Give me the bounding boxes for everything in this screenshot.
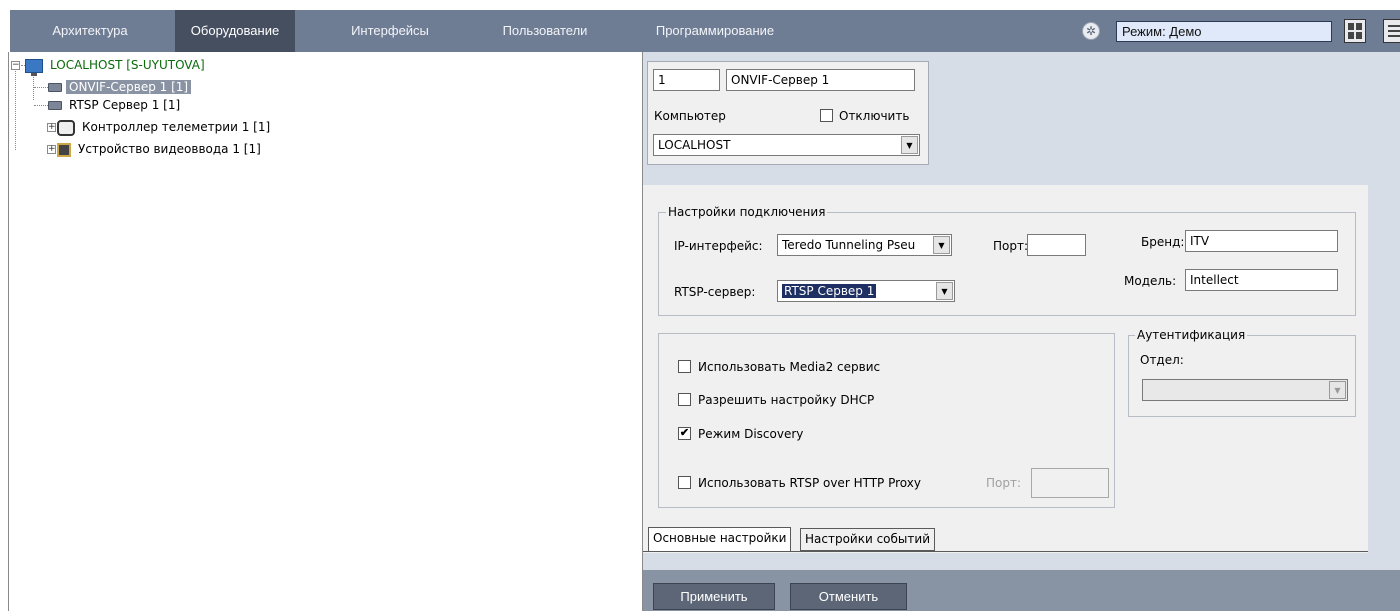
tab-interfaces[interactable]: Интерфейсы (320, 10, 460, 52)
connection-group-title: Настройки подключения (666, 205, 828, 219)
brand-label: Бренд: (1141, 235, 1185, 249)
computer-label: Компьютер (654, 109, 726, 123)
media2-checkbox[interactable] (678, 360, 691, 373)
tree-item-label: RTSP Сервер 1 [1] (69, 98, 181, 112)
tab-architecture[interactable]: Архитектура (10, 10, 170, 52)
tab-main-settings[interactable]: Основные настройки (648, 527, 792, 551)
top-tab-bar: Архитектура Оборудование Интерфейсы Поль… (10, 10, 1400, 52)
tab-equipment[interactable]: Оборудование (175, 10, 295, 52)
rtsp-proxy-label: Использовать RTSP over HTTP Proxy (698, 476, 921, 490)
apply-button[interactable]: Применить (653, 583, 775, 610)
object-card: Компьютер Отключить LOCALHOST ▼ (647, 61, 929, 165)
connection-group (658, 212, 1356, 316)
tree-item-onvif-server[interactable]: ONVIF-Сервер 1 [1] (34, 78, 192, 96)
proxy-port-field[interactable] (1031, 468, 1109, 498)
media2-label: Использовать Media2 сервис (698, 360, 881, 374)
rtsp-server-select[interactable]: RTSP Сервер 1 ▼ (777, 280, 955, 302)
tree-item-label: Контроллер телеметрии 1 [1] (82, 120, 271, 134)
auth-group (1128, 335, 1356, 417)
tree-item-label: ONVIF-Сервер 1 [1] (66, 80, 192, 94)
subtab-baseline (643, 551, 1368, 552)
port-label: Порт: (993, 239, 1029, 253)
main-settings-card: Настройки подключения IP-интерфейс: Tere… (643, 185, 1368, 553)
rtsp-proxy-checkbox[interactable] (678, 476, 691, 489)
ip-interface-label: IP-интерфейс: (674, 239, 763, 253)
chevron-down-icon[interactable]: ▼ (1329, 381, 1346, 399)
tree-item-video-input[interactable]: + Устройство видеоввода 1 [1] (47, 140, 264, 158)
auth-group-title: Аутентификация (1135, 328, 1248, 342)
hardware-tree: − LOCALHOST [S-UYUTOVA] ONVIF-Сервер 1 [1… (8, 52, 643, 611)
tree-item-rtsp-server[interactable]: RTSP Сервер 1 [1] (34, 96, 183, 114)
disable-checkbox[interactable] (820, 109, 833, 122)
tree-item-label: Устройство видеоввода 1 [1] (78, 142, 261, 156)
disable-label: Отключить (839, 109, 910, 123)
object-name-field[interactable] (726, 69, 915, 91)
chevron-down-icon[interactable]: ▼ (933, 236, 950, 254)
proxy-port-label: Порт: (986, 476, 1022, 490)
server-icon (48, 83, 62, 92)
ptz-icon (57, 119, 75, 136)
chevron-down-icon[interactable]: ▼ (901, 136, 918, 154)
brand-field[interactable] (1185, 230, 1338, 252)
tab-users[interactable]: Пользователи (470, 10, 620, 52)
settings-gear-icon[interactable]: ✲ (1082, 22, 1100, 40)
computer-select-value: LOCALHOST (658, 138, 731, 152)
computer-icon (25, 58, 43, 76)
cancel-button[interactable]: Отменить (790, 583, 907, 610)
port-field[interactable] (1027, 234, 1086, 256)
department-select[interactable]: ▼ (1142, 379, 1348, 401)
mode-indicator[interactable]: Режим: Демо (1116, 21, 1332, 42)
model-label: Модель: (1124, 274, 1177, 288)
tab-programming[interactable]: Программирование (635, 10, 795, 52)
layout-grid-icon[interactable] (1344, 19, 1366, 43)
expand-icon[interactable]: + (47, 145, 56, 154)
dhcp-label: Разрешить настройку DHCP (698, 393, 875, 407)
collapse-icon[interactable]: − (11, 61, 20, 70)
expand-icon[interactable]: + (47, 123, 56, 132)
department-label: Отдел: (1140, 353, 1184, 367)
discovery-label: Режим Discovery (698, 427, 804, 441)
chevron-down-icon[interactable]: ▼ (936, 282, 953, 300)
rtsp-server-label: RTSP-сервер: (674, 285, 756, 299)
server-icon (48, 101, 62, 110)
dhcp-checkbox[interactable] (678, 393, 691, 406)
tree-root-label: LOCALHOST [S-UYUTOVA] (50, 58, 205, 72)
ip-interface-value: Teredo Tunneling Pseu (782, 238, 916, 252)
menu-icon[interactable] (1383, 19, 1400, 43)
computer-select[interactable]: LOCALHOST ▼ (653, 134, 920, 156)
tree-root[interactable]: − LOCALHOST [S-UYUTOVA] (11, 56, 208, 76)
ip-interface-select[interactable]: Teredo Tunneling Pseu ▼ (777, 234, 952, 256)
rtsp-server-value: RTSP Сервер 1 (782, 284, 877, 298)
model-field[interactable] (1185, 269, 1338, 291)
chip-icon (57, 142, 71, 157)
tree-item-telemetry[interactable]: + Контроллер телеметрии 1 [1] (47, 118, 273, 136)
object-id-field[interactable] (653, 69, 720, 91)
tab-event-settings[interactable]: Настройки событий (800, 528, 935, 551)
discovery-checkbox[interactable]: ✔ (678, 427, 691, 440)
